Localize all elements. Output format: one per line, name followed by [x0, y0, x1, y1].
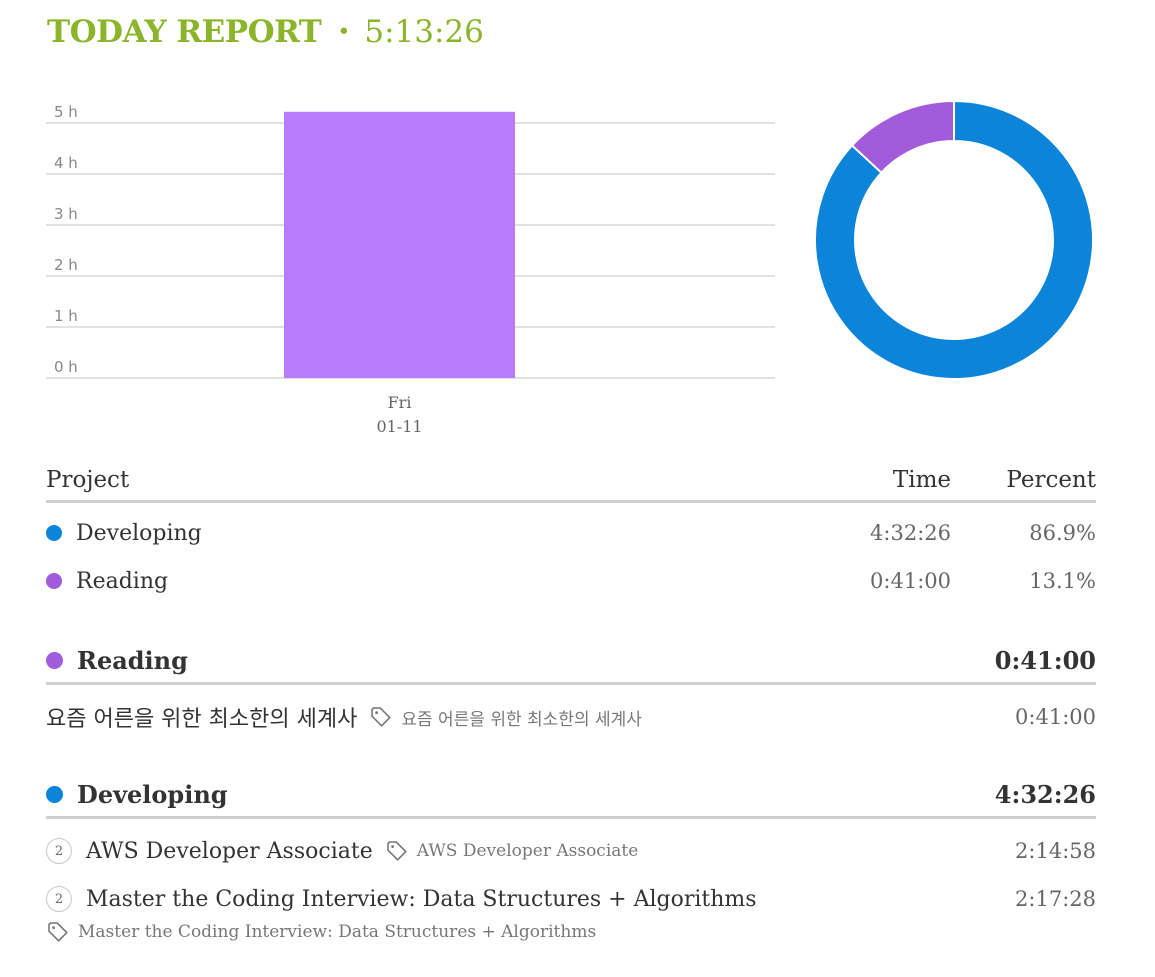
table-row-developing[interactable]: Developing 4:32:26 86.9%	[46, 509, 1096, 557]
reading-group: Reading 0:41:00 요즘 어른을 위한 최소한의 세계사 요즘 어른…	[46, 638, 1096, 741]
task-tag[interactable]: 요즘 어른을 위한 최소한의 세계사	[369, 705, 642, 730]
table-row-reading[interactable]: Reading 0:41:00 13.1%	[46, 557, 1096, 605]
task-title: Master the Coding Interview: Data Struct…	[86, 886, 757, 912]
task-tag[interactable]: AWS Developer Associate	[385, 839, 639, 863]
tag-icon	[371, 707, 391, 727]
task-time: 0:41:00	[1015, 705, 1096, 729]
task-time: 2:14:58	[1015, 839, 1096, 863]
group-header-reading[interactable]: Reading 0:41:00	[46, 638, 1096, 685]
project-time: 0:41:00	[870, 569, 951, 593]
percent-column-header[interactable]: Percent	[951, 467, 1096, 493]
y-tick-label: 0 h	[54, 358, 78, 376]
project-time: 4:32:26	[870, 521, 951, 545]
header-separator: •	[337, 19, 351, 45]
task-row[interactable]: 2 AWS Developer Associate AWS Developer …	[46, 827, 1096, 875]
task-row[interactable]: 요즘 어른을 위한 최소한의 세계사 요즘 어른을 위한 최소한의 세계사 0:…	[46, 693, 1096, 741]
y-tick-label: 4 h	[54, 154, 78, 172]
project-summary-table: Project Time Percent Developing 4:32:26 …	[46, 460, 1096, 605]
tag-icon	[48, 922, 68, 942]
project-name: Developing	[76, 520, 202, 546]
task-tag-label: AWS Developer Associate	[416, 841, 639, 861]
group-name: Reading	[77, 645, 188, 675]
task-tag[interactable]: Master the Coding Interview: Data Struct…	[46, 920, 596, 944]
daily-bar-chart: 0 h 1 h 2 h 3 h 4 h 5 h Fri 01-11	[46, 103, 775, 436]
table-header: Project Time Percent	[46, 460, 1096, 503]
bar[interactable]	[284, 111, 515, 378]
report-title: TODAY REPORT	[47, 14, 322, 50]
project-column-header[interactable]: Project	[46, 467, 801, 493]
x-tick-label: 01-11	[376, 417, 422, 436]
y-tick-label: 1 h	[54, 307, 78, 325]
developing-group: Developing 4:32:26 2 AWS Developer Assoc…	[46, 772, 1096, 923]
task-title: 요즘 어른을 위한 최소한의 세계사	[46, 707, 358, 732]
project-percent: 13.1%	[1029, 569, 1096, 593]
y-tick-label: 3 h	[54, 205, 78, 223]
x-tick-label: Fri	[388, 393, 412, 412]
session-count-badge: 2	[46, 886, 72, 912]
group-header-developing[interactable]: Developing 4:32:26	[46, 772, 1096, 819]
group-color-dot	[46, 785, 63, 803]
project-percent: 86.9%	[1029, 521, 1096, 545]
y-tick-label: 5 h	[54, 103, 78, 121]
project-donut-chart	[814, 99, 1094, 380]
session-count-badge: 2	[46, 838, 72, 864]
task-tag-label: Master the Coding Interview: Data Struct…	[78, 922, 597, 942]
project-color-dot	[46, 573, 62, 589]
project-color-dot	[46, 525, 62, 541]
group-time: 0:41:00	[994, 645, 1096, 675]
project-name: Reading	[76, 568, 169, 594]
time-column-header[interactable]: Time	[801, 467, 951, 493]
task-title: AWS Developer Associate	[86, 838, 373, 864]
report-header: TODAY REPORT • 5:13:26	[47, 12, 484, 52]
group-color-dot	[46, 651, 63, 669]
task-row[interactable]: 2 Master the Coding Interview: Data Stru…	[46, 875, 1096, 923]
group-name: Developing	[77, 779, 228, 809]
total-time: 5:13:26	[364, 14, 484, 50]
y-tick-label: 2 h	[54, 256, 78, 274]
group-time: 4:32:26	[994, 779, 1096, 809]
task-time: 2:17:28	[1015, 887, 1096, 911]
task-tag-label: 요즘 어른을 위한 최소한의 세계사	[401, 709, 642, 730]
tag-icon	[386, 841, 407, 861]
